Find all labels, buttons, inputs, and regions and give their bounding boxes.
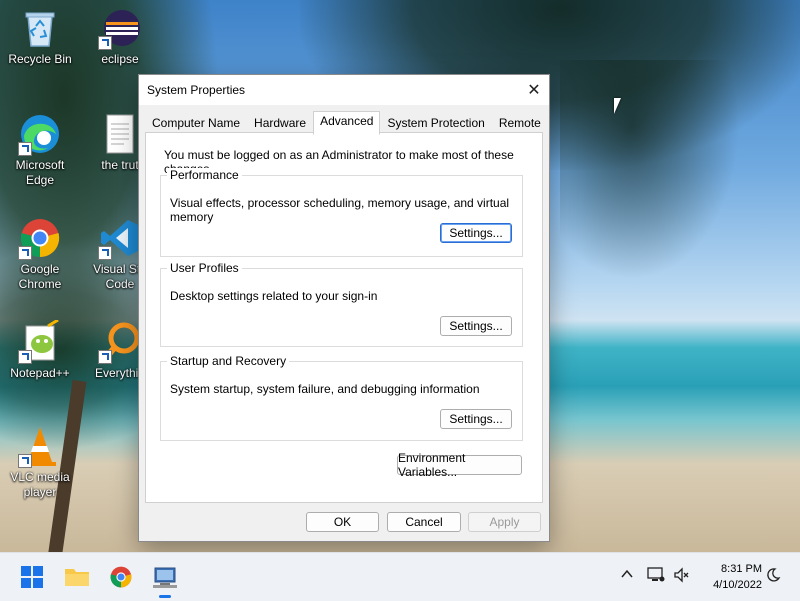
desktop-icon-chrome[interactable]: Google Chrome [4, 216, 76, 292]
computer-icon [153, 567, 177, 588]
startup-recovery-description: System startup, system failure, and debu… [170, 382, 480, 396]
startup-recovery-settings-button[interactable]: Settings... [440, 409, 512, 429]
focus-assist-moon-icon[interactable] [765, 567, 781, 588]
dialog-titlebar[interactable]: System Properties ✕ [139, 75, 549, 105]
performance-settings-button[interactable]: Settings... [440, 223, 512, 243]
desktop-icon-recycle-bin[interactable]: Recycle Bin [4, 6, 76, 67]
mouse-cursor-icon [614, 98, 621, 114]
chevron-up-icon[interactable] [620, 567, 634, 586]
user-profiles-title: User Profiles [167, 261, 242, 275]
shortcut-arrow-icon [18, 454, 32, 468]
chrome-icon [18, 216, 62, 260]
startup-recovery-group: Startup and Recovery System startup, sys… [160, 354, 523, 441]
dialog-title: System Properties [147, 83, 246, 97]
vlc-icon [18, 424, 62, 468]
close-icon[interactable]: ✕ [519, 75, 549, 105]
desktop-icon-label: VLC media player [10, 470, 70, 499]
performance-description: Visual effects, processor scheduling, me… [170, 196, 510, 224]
everything-search-icon [98, 320, 142, 364]
edge-icon [18, 112, 62, 156]
desktop-icon-eclipse[interactable]: eclipse [84, 6, 156, 67]
eclipse-icon [98, 6, 142, 50]
chrome-icon [110, 566, 132, 588]
recycle-bin-icon [18, 6, 62, 50]
active-app-indicator [159, 595, 171, 598]
user-profiles-settings-button[interactable]: Settings... [440, 316, 512, 336]
desktop-icon-edge[interactable]: Microsoft Edge [4, 112, 76, 188]
ok-button[interactable]: OK [306, 512, 379, 532]
clock-date: 4/10/2022 [713, 579, 762, 591]
cancel-button[interactable]: Cancel [387, 512, 461, 532]
system-properties-taskbar-button[interactable] [149, 561, 181, 593]
system-clock[interactable]: 8:31 PM 4/10/2022 [713, 561, 762, 593]
desktop-icon-label: Recycle Bin [8, 52, 72, 66]
shortcut-arrow-icon [98, 246, 112, 260]
desktop-icon-vlc[interactable]: VLC media player [4, 424, 76, 500]
text-file-icon [98, 112, 142, 156]
advanced-tab-panel: You must be logged on as an Administrato… [145, 132, 543, 503]
taskbar: 8:31 PM 4/10/2022 [0, 552, 800, 601]
shortcut-arrow-icon [98, 36, 112, 50]
clock-time: 8:31 PM [721, 563, 762, 575]
windows-logo-icon [21, 566, 43, 588]
notepadpp-icon [18, 318, 62, 364]
environment-variables-button[interactable]: Environment Variables... [397, 451, 522, 479]
apply-button[interactable]: Apply [468, 512, 541, 532]
tab-advanced[interactable]: Advanced [313, 111, 381, 135]
volume-muted-icon[interactable] [673, 567, 691, 588]
start-button[interactable] [16, 561, 48, 593]
vscode-icon [98, 216, 142, 260]
startup-recovery-title: Startup and Recovery [167, 354, 290, 368]
shortcut-arrow-icon [18, 246, 32, 260]
file-explorer-button[interactable] [61, 561, 93, 593]
system-properties-dialog: System Properties ✕ Computer Name Hardwa… [138, 74, 550, 542]
user-profiles-description: Desktop settings related to your sign-in [170, 289, 378, 303]
desktop-icon-label: Google Chrome [18, 262, 62, 291]
network-icon[interactable] [647, 567, 665, 588]
shortcut-arrow-icon [98, 350, 112, 364]
chrome-taskbar-button[interactable] [105, 561, 137, 593]
shortcut-arrow-icon [18, 350, 32, 364]
desktop-icon-notepadpp[interactable]: Notepad++ [4, 318, 76, 381]
tab-bar: Computer Name Hardware Advanced System P… [145, 111, 548, 135]
folder-icon [65, 569, 89, 586]
desktop-icon-label: Microsoft Edge [15, 158, 65, 187]
desktop-icon-label: eclipse [101, 52, 139, 66]
performance-title: Performance [167, 168, 242, 182]
performance-group: Performance Visual effects, processor sc… [160, 168, 523, 257]
shortcut-arrow-icon [18, 142, 32, 156]
palm-leaves-right [560, 60, 740, 280]
user-profiles-group: User Profiles Desktop settings related t… [160, 261, 523, 347]
desktop-icon-label: Notepad++ [10, 366, 70, 380]
